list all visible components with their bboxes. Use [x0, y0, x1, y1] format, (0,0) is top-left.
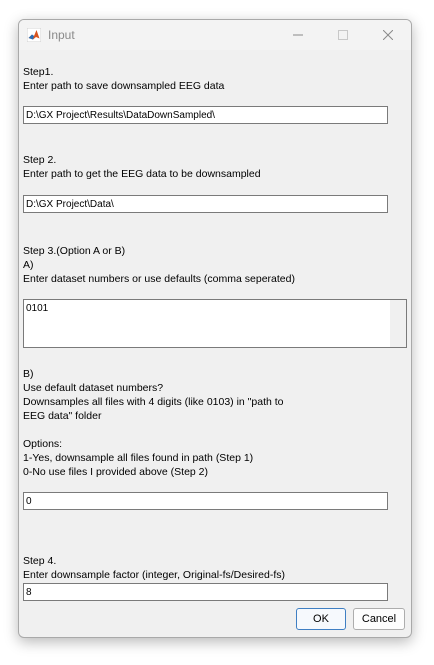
matlab-icon [27, 28, 41, 42]
options-label: Options: [23, 438, 63, 450]
textarea-scrollbar[interactable] [390, 300, 406, 347]
step3-prompt-b1: Use default dataset numbers? [23, 382, 164, 394]
close-icon [383, 30, 393, 40]
step4-heading: Step 4. [23, 555, 57, 567]
input-dialog: Input Step1. Enter path to save downsamp… [18, 19, 412, 638]
step3-prompt-b3: EEG data" folder [23, 410, 102, 422]
dataset-numbers-textarea[interactable]: 0101 [23, 299, 407, 348]
step3-heading: Step 3.(Option A or B) [23, 245, 126, 257]
cancel-button[interactable]: Cancel [353, 608, 405, 630]
option-a-label: A) [23, 259, 34, 271]
minimize-icon [293, 34, 303, 36]
data-path-input[interactable]: D:\GX Project\Data\ [23, 195, 388, 213]
step1-prompt: Enter path to save downsampled EEG data [23, 80, 225, 92]
use-defaults-input[interactable]: 0 [23, 492, 388, 510]
step1-heading: Step1. [23, 66, 54, 78]
maximize-icon [338, 30, 348, 40]
ok-button[interactable]: OK [296, 608, 346, 630]
option-0-text: 0-No use files I provided above (Step 2) [23, 466, 209, 478]
dataset-numbers-value: 0101 [26, 303, 49, 314]
window-title: Input [48, 28, 75, 42]
downsample-factor-input[interactable]: 8 [23, 583, 388, 601]
step2-prompt: Enter path to get the EEG data to be dow… [23, 168, 261, 180]
step2-heading: Step 2. [23, 154, 57, 166]
step3-prompt-b2: Downsamples all files with 4 digits (lik… [23, 396, 284, 408]
step4-prompt: Enter downsample factor (integer, Origin… [23, 569, 286, 581]
save-path-input[interactable]: D:\GX Project\Results\DataDownSampled\ [23, 106, 388, 124]
close-button[interactable] [365, 20, 411, 50]
minimize-button[interactable] [275, 20, 321, 50]
option-b-label: B) [23, 368, 34, 380]
maximize-button[interactable] [320, 20, 366, 50]
option-1-text: 1-Yes, downsample all files found in pat… [23, 452, 254, 464]
step3-prompt-a: Enter dataset numbers or use defaults (c… [23, 273, 295, 285]
title-bar[interactable]: Input [19, 20, 411, 50]
